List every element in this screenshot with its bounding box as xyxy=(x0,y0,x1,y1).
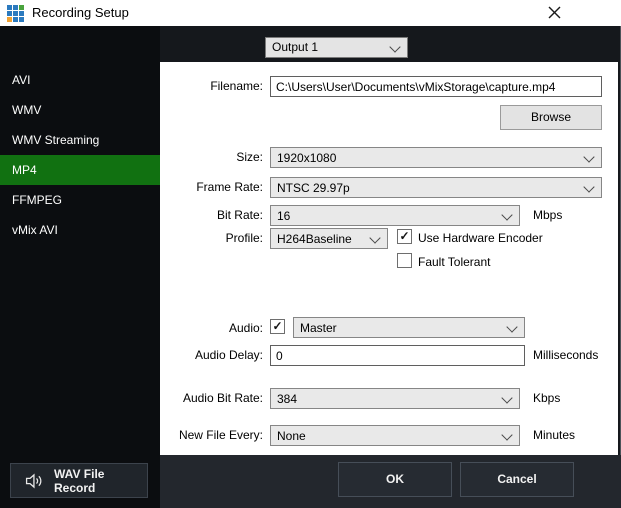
sidebar-item-vmix-avi[interactable]: vMix AVI xyxy=(0,215,160,245)
audio-delay-value: 0 xyxy=(276,349,283,363)
audio-bit-rate-label: Audio Bit Rate: xyxy=(165,391,263,405)
output-select-value: Output 1 xyxy=(272,40,318,54)
settings-panel: Filename: C:\Users\User\Documents\vMixSt… xyxy=(160,62,618,455)
profile-label: Profile: xyxy=(165,231,263,245)
audio-bit-rate-value: 384 xyxy=(277,392,297,406)
audio-delay-input[interactable]: 0 xyxy=(270,345,525,366)
size-label: Size: xyxy=(165,150,263,164)
bit-rate-label: Bit Rate: xyxy=(165,208,263,222)
new-file-every-value: None xyxy=(277,429,306,443)
cancel-button[interactable]: Cancel xyxy=(460,462,574,497)
window-title: Recording Setup xyxy=(32,5,129,20)
sidebar-item-ffmpeg[interactable]: FFMPEG xyxy=(0,185,160,215)
recording-setup-window: Recording Setup 1 2 Output 1 AVI WMV WMV… xyxy=(0,0,621,508)
wav-file-record-button[interactable]: WAV File Record xyxy=(10,463,148,498)
format-list: AVI WMV WMV Streaming MP4 FFMPEG vMix AV… xyxy=(0,65,160,245)
audio-value: Master xyxy=(300,321,337,335)
sidebar-item-wmv-streaming[interactable]: WMV Streaming xyxy=(0,125,160,155)
frame-rate-label: Frame Rate: xyxy=(165,180,263,194)
audio-select[interactable]: Master xyxy=(293,317,525,338)
bit-rate-value: 16 xyxy=(277,209,290,223)
bit-rate-select[interactable]: 16 xyxy=(270,205,520,226)
filename-label: Filename: xyxy=(165,79,263,93)
use-hardware-encoder-label: Use Hardware Encoder xyxy=(418,231,543,245)
audio-bit-rate-select[interactable]: 384 xyxy=(270,388,520,409)
sidebar-item-mp4[interactable]: MP4 xyxy=(0,155,160,185)
wav-file-record-label: WAV File Record xyxy=(54,467,147,495)
audio-label: Audio: xyxy=(165,321,263,335)
new-file-every-unit: Minutes xyxy=(533,428,575,442)
size-select[interactable]: 1920x1080 xyxy=(270,147,602,168)
bit-rate-unit: Mbps xyxy=(533,208,562,222)
chevron-down-icon xyxy=(501,429,512,440)
sidebar-item-wmv[interactable]: WMV xyxy=(0,95,160,125)
audio-delay-unit: Milliseconds xyxy=(533,348,598,362)
new-file-every-label: New File Every: xyxy=(165,428,263,442)
size-value: 1920x1080 xyxy=(277,151,336,165)
filename-value: C:\Users\User\Documents\vMixStorage\capt… xyxy=(276,80,555,94)
fault-tolerant-label: Fault Tolerant xyxy=(418,255,491,269)
profile-select[interactable]: H264Baseline xyxy=(270,228,388,249)
audio-delay-label: Audio Delay: xyxy=(165,348,263,362)
frame-rate-value: NTSC 29.97p xyxy=(277,181,350,195)
chevron-down-icon xyxy=(501,392,512,403)
sidebar-item-avi[interactable]: AVI xyxy=(0,65,160,95)
filename-input[interactable]: C:\Users\User\Documents\vMixStorage\capt… xyxy=(270,76,602,97)
chevron-down-icon xyxy=(369,232,380,243)
close-icon[interactable] xyxy=(544,4,564,22)
chevron-down-icon xyxy=(501,209,512,220)
speaker-icon xyxy=(24,472,43,490)
chevron-down-icon xyxy=(583,151,594,162)
vmix-logo-icon xyxy=(7,5,24,22)
format-sidebar: AVI WMV WMV Streaming MP4 FFMPEG vMix AV… xyxy=(0,26,160,508)
new-file-every-select[interactable]: None xyxy=(270,425,520,446)
audio-bit-rate-unit: Kbps xyxy=(533,391,560,405)
chevron-down-icon xyxy=(583,181,594,192)
chevron-down-icon xyxy=(389,41,400,52)
chevron-down-icon xyxy=(506,321,517,332)
use-hardware-encoder-checkbox[interactable]: ✓ xyxy=(397,229,412,244)
frame-rate-select[interactable]: NTSC 29.97p xyxy=(270,177,602,198)
output-select[interactable]: Output 1 xyxy=(265,37,408,58)
ok-button[interactable]: OK xyxy=(338,462,452,497)
title-bar: Recording Setup xyxy=(0,0,621,26)
audio-checkbox[interactable]: ✓ xyxy=(270,319,285,334)
browse-button[interactable]: Browse xyxy=(500,105,602,130)
profile-value: H264Baseline xyxy=(277,232,352,246)
fault-tolerant-checkbox[interactable] xyxy=(397,253,412,268)
